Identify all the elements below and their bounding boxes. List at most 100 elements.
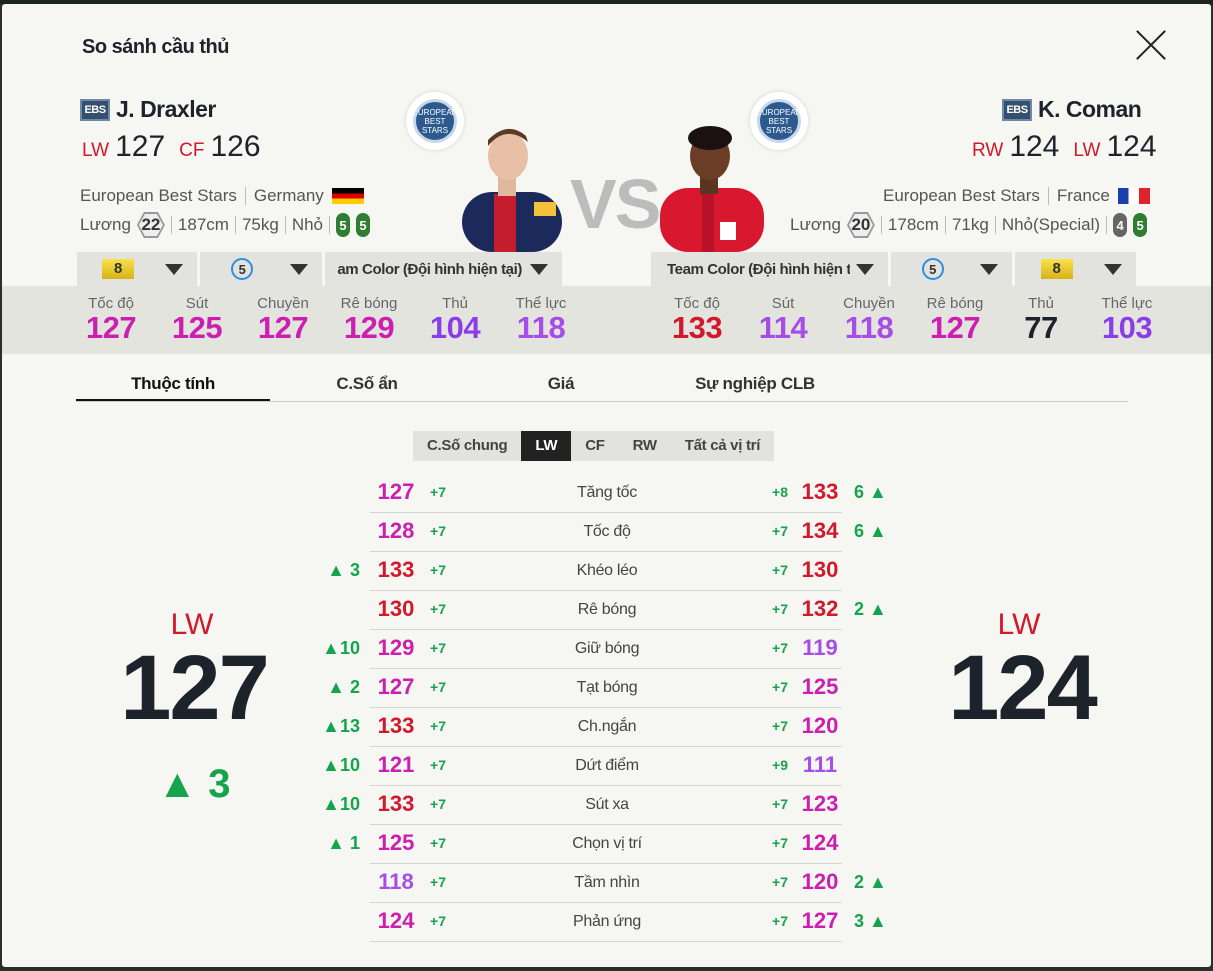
tab-price[interactable]: Giá xyxy=(464,374,658,401)
right-bonus: +7 xyxy=(772,835,788,851)
left-bonus: +7 xyxy=(430,640,446,656)
stat-5: Thể lực 103 xyxy=(1084,295,1170,346)
left-advantage: ▲10 xyxy=(322,755,360,775)
right-advantage: 3 ▲ xyxy=(854,911,887,931)
subtab-rw[interactable]: RW xyxy=(619,431,671,461)
close-icon[interactable] xyxy=(1134,28,1168,62)
right-player-name: EBS K. Coman xyxy=(1002,96,1142,123)
left-value: 124 xyxy=(377,908,415,933)
attribute-name: Ch.ngắn xyxy=(577,718,637,735)
left-value: 121 xyxy=(377,752,415,777)
stat-2: Chuyền 118 xyxy=(826,295,912,346)
left-value: 130 xyxy=(377,596,415,621)
stat-value: 133 xyxy=(671,310,723,345)
left-level-dropdown[interactable]: 8 xyxy=(77,252,197,286)
right-level-dropdown[interactable]: 8 xyxy=(1015,252,1136,286)
right-bonus: +7 xyxy=(772,640,788,656)
stat-4: Thủ 77 xyxy=(998,295,1084,346)
left-bonus: +7 xyxy=(430,679,446,695)
stat-value: 77 xyxy=(1024,310,1058,345)
team-color-label: Team Color (Đội hình hiện t xyxy=(667,260,850,278)
right-advantage: 6 ▲ xyxy=(854,521,887,541)
nation-name: Germany xyxy=(253,186,324,205)
position-label: LW xyxy=(1073,140,1101,161)
chevron-down-icon xyxy=(530,263,548,275)
height: 187cm xyxy=(177,215,229,234)
enhance-level-icon: 8 xyxy=(102,259,134,279)
position-ovr: 124 xyxy=(1009,130,1060,163)
left-value: 133 xyxy=(377,713,415,738)
ebs-season-icon: EBS xyxy=(80,98,110,121)
subtab-lw[interactable]: LW xyxy=(521,431,572,461)
right-team-color-dropdown[interactable]: Team Color (Đội hình hiện t xyxy=(651,252,888,286)
right-foot-icon: 5 xyxy=(1133,213,1148,237)
right-bonus: +7 xyxy=(772,679,788,695)
left-player-photo xyxy=(462,128,562,252)
left-value: 133 xyxy=(377,557,415,582)
stat-1: Sút 114 xyxy=(740,295,826,346)
stat-3: Rê bóng 127 xyxy=(912,295,998,346)
attribute-row: 127 +7 Tăng tốc +8 133 6 ▲ xyxy=(2,474,1211,513)
left-bonus: +7 xyxy=(430,562,446,578)
right-value: 120 xyxy=(801,713,839,738)
left-value: 133 xyxy=(377,791,415,816)
germany-flag-icon xyxy=(331,188,364,204)
attribute-name: Dứt điểm xyxy=(575,757,639,774)
left-value: 129 xyxy=(377,635,415,660)
left-value: 125 xyxy=(377,830,415,855)
stat-value: 127 xyxy=(929,310,981,345)
salary-label: Lương xyxy=(790,215,841,234)
attribute-name: Rê bóng xyxy=(577,601,637,618)
stat-value: 127 xyxy=(257,310,309,345)
position-label: CF xyxy=(179,140,205,161)
tab-club-career[interactable]: Sự nghiệp CLB xyxy=(658,374,852,401)
right-advantage: 2 ▲ xyxy=(854,599,887,619)
left-team-color-dropdown[interactable]: am Color (Đội hình hiện tại) xyxy=(325,252,562,286)
team-color-label: am Color (Đội hình hiện tại) xyxy=(337,260,522,278)
subtab-general[interactable]: C.Số chung xyxy=(413,431,521,461)
right-value: 134 xyxy=(801,518,839,543)
tab-attributes[interactable]: Thuộc tính xyxy=(76,374,270,401)
position-ovr: 127 xyxy=(115,130,166,163)
subtab-cf[interactable]: CF xyxy=(571,431,618,461)
tab-hidden-stats[interactable]: C.Số ẩn xyxy=(270,374,464,401)
right-bonus: +7 xyxy=(772,796,788,812)
right-trait-dropdown[interactable]: 5 xyxy=(891,252,1012,286)
attribute-row: ▲ 2 127 +7 Tạt bóng +7 125 xyxy=(2,669,1211,708)
stat-2: Chuyền 127 xyxy=(240,295,326,346)
left-player-name: EBS J. Draxler xyxy=(80,96,216,123)
right-bonus: +7 xyxy=(772,874,788,890)
stat-value: 103 xyxy=(1101,310,1153,345)
left-bonus: +7 xyxy=(430,913,446,929)
right-bonus: +7 xyxy=(772,523,788,539)
summary-stats-band: Tốc độ 127 Sút 125 Chuyền 127 Rê bóng 129 Thủ 104… xyxy=(2,286,1211,354)
right-physical: Lương 20 178cm 71kg Nhỏ(Special) 4 5 xyxy=(790,212,1148,238)
left-advantage: ▲ 1 xyxy=(327,833,360,853)
right-value: 123 xyxy=(801,791,839,816)
attribute-name: Khéo léo xyxy=(576,562,638,579)
right-value: 133 xyxy=(801,479,839,504)
nation-name: France xyxy=(1056,186,1110,205)
enhance-level-icon: 8 xyxy=(1040,259,1073,279)
left-value: 128 xyxy=(377,518,415,543)
attribute-name: Chọn vị trí xyxy=(572,835,642,852)
weight: 71kg xyxy=(951,215,989,234)
body-type: Nhỏ(Special) xyxy=(1001,215,1101,234)
attribute-name: Tốc độ xyxy=(583,523,631,540)
attribute-row: ▲ 1 125 +7 Chọn vị trí +7 124 xyxy=(2,825,1211,864)
attribute-name: Tạt bóng xyxy=(576,679,638,696)
right-value: 111 xyxy=(802,752,838,777)
stat-value: 118 xyxy=(516,310,566,345)
left-value: 127 xyxy=(377,674,415,699)
attribute-row: ▲13 133 +7 Ch.ngắn +7 120 xyxy=(2,708,1211,747)
chevron-down-icon xyxy=(980,263,998,275)
salary-hex-icon: 20 xyxy=(846,212,875,238)
subtab-all-positions[interactable]: Tất cả vị trí xyxy=(671,431,774,461)
left-trait-dropdown[interactable]: 5 xyxy=(200,252,322,286)
ebs-season-icon: EBS xyxy=(1002,98,1032,121)
right-bonus: +7 xyxy=(772,562,788,578)
position-ovr: 124 xyxy=(1106,130,1157,163)
left-bonus: +7 xyxy=(430,484,446,500)
club-name: European Best Stars xyxy=(80,186,237,205)
right-value: 120 xyxy=(801,869,839,894)
